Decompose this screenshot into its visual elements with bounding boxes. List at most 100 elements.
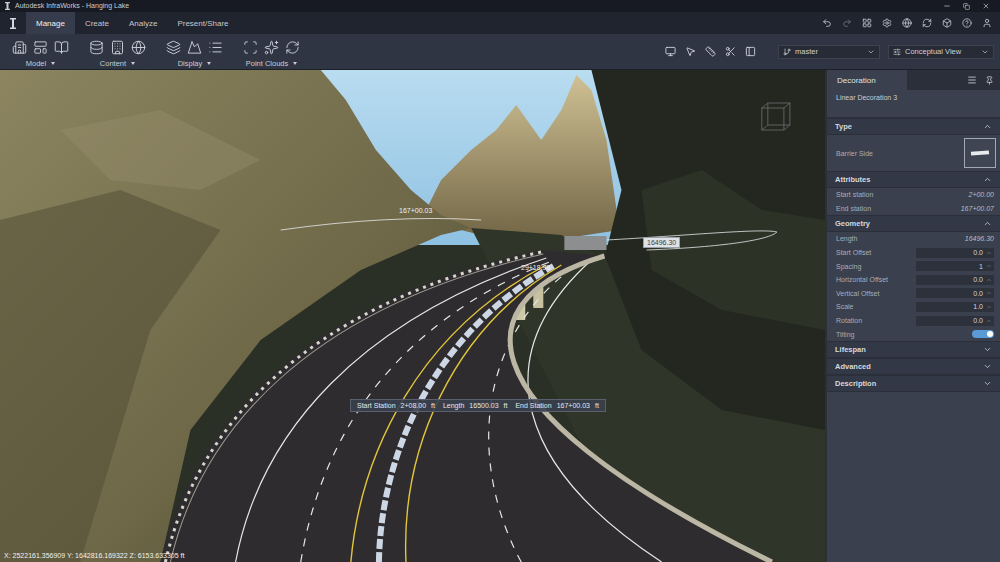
window-controls xyxy=(943,2,1000,10)
cut-icon[interactable] xyxy=(725,46,736,57)
terrain-scene[interactable] xyxy=(0,70,825,562)
number-input[interactable]: 1 xyxy=(916,261,994,271)
title-bar: Autodesk InfraWorks - Hanging Lake xyxy=(0,0,1000,12)
chevron-up-icon[interactable] xyxy=(983,175,992,184)
readonly-row: Start station2+00.00 xyxy=(827,188,1000,202)
mountain-icon[interactable] xyxy=(187,40,202,55)
restore-icon[interactable] xyxy=(963,3,970,10)
chevron-down-icon[interactable] xyxy=(983,379,992,388)
branch-dropdown[interactable]: master xyxy=(778,45,880,59)
grid-icon[interactable] xyxy=(862,18,872,28)
ribbon-tab[interactable]: Create xyxy=(75,12,119,34)
template-icon[interactable] xyxy=(33,40,48,55)
sparkles-icon[interactable] xyxy=(264,40,279,55)
pointer-icon[interactable] xyxy=(685,46,696,57)
group-label[interactable]: Display xyxy=(178,59,212,68)
type-row[interactable]: Barrier Side xyxy=(827,135,1000,171)
section-header[interactable]: Advanced xyxy=(827,358,1000,375)
input-row: Vertical Offset0.0 xyxy=(827,287,1000,301)
scan-icon[interactable] xyxy=(243,40,258,55)
tooltip-item: End Station167+00.03ft xyxy=(515,402,598,409)
globe-icon[interactable] xyxy=(902,18,912,28)
field-label: Scale xyxy=(836,303,916,310)
ribbon-group: Model xyxy=(2,34,79,69)
layers-icon[interactable] xyxy=(166,40,181,55)
chevron-down-icon[interactable] xyxy=(983,345,992,354)
panel-icon[interactable] xyxy=(745,46,756,57)
section-header[interactable]: Type xyxy=(827,118,1000,135)
field-label: End station xyxy=(836,205,961,212)
number-input[interactable]: 0.0 xyxy=(916,275,994,285)
section-header[interactable]: Description xyxy=(827,375,1000,392)
gear-icon[interactable] xyxy=(882,18,892,28)
chevron-up-icon[interactable] xyxy=(983,122,992,131)
properties-panel: DecorationLinear Decoration 3TypeBarrier… xyxy=(825,70,1000,562)
coordinates: X: 2522161.356909 Y: 1642816.169322 Z: 6… xyxy=(4,552,184,559)
book-icon[interactable] xyxy=(54,40,69,55)
menu-icon[interactable] xyxy=(967,75,977,85)
number-input[interactable]: 0.0 xyxy=(916,248,994,258)
field-value: 167+00.07 xyxy=(961,205,994,212)
caret-icon[interactable] xyxy=(207,62,211,65)
refresh-icon[interactable] xyxy=(285,40,300,55)
panel-tab[interactable]: Decoration xyxy=(827,70,907,90)
building-icon[interactable] xyxy=(110,40,125,55)
toggle-switch[interactable] xyxy=(972,330,994,338)
sync-icon[interactable] xyxy=(922,18,932,28)
globe-icon[interactable] xyxy=(131,40,146,55)
measure-icon[interactable] xyxy=(705,46,716,57)
spinner-icon[interactable] xyxy=(986,263,992,269)
cube-icon[interactable] xyxy=(942,18,952,28)
undo-icon[interactable] xyxy=(822,18,832,28)
type-thumbnail[interactable] xyxy=(964,138,996,168)
close-icon[interactable] xyxy=(982,2,990,10)
section-header[interactable]: Geometry xyxy=(827,215,1000,232)
database-icon[interactable] xyxy=(89,40,104,55)
building-icon[interactable] xyxy=(12,40,27,55)
panel-section: AttributesStart station2+00.00End statio… xyxy=(827,171,1000,215)
field-label: Start Offset xyxy=(836,249,916,256)
pin-icon[interactable] xyxy=(985,76,994,85)
chevron-down-icon[interactable] xyxy=(983,362,992,371)
user-icon[interactable] xyxy=(982,18,992,28)
caret-icon[interactable] xyxy=(293,62,297,65)
ribbon-group: Point Clouds xyxy=(233,34,310,69)
spinner-icon[interactable] xyxy=(986,250,992,256)
caret-icon[interactable] xyxy=(51,62,55,65)
caret-icon[interactable] xyxy=(131,62,135,65)
number-input[interactable]: 1.0 xyxy=(916,302,994,312)
app-menu[interactable] xyxy=(0,12,26,34)
input-row: Start Offset0.0 xyxy=(827,246,1000,260)
view-style-dropdown[interactable]: Conceptual View xyxy=(888,45,994,59)
spinner-icon[interactable] xyxy=(986,290,992,296)
barrier-icon xyxy=(971,150,989,155)
minimize-icon[interactable] xyxy=(943,2,951,10)
group-label[interactable]: Model xyxy=(26,59,55,68)
section-header[interactable]: Attributes xyxy=(827,171,1000,188)
input-row: Scale1.0 xyxy=(827,300,1000,314)
number-input[interactable]: 0.0 xyxy=(916,316,994,326)
ribbon-tab[interactable]: Manage xyxy=(26,12,75,34)
list-icon[interactable] xyxy=(208,40,223,55)
section-header[interactable]: Lifespan xyxy=(827,341,1000,358)
field-label: Vertical Offset xyxy=(836,290,916,297)
field-label: Length xyxy=(836,235,965,242)
spinner-icon[interactable] xyxy=(986,304,992,310)
ribbon-tab[interactable]: Present/Share xyxy=(167,12,238,34)
spinner-icon[interactable] xyxy=(986,277,992,283)
group-label[interactable]: Content xyxy=(100,59,135,68)
spinner-icon[interactable] xyxy=(986,318,992,324)
help-icon[interactable] xyxy=(962,18,972,28)
app-logo-icon xyxy=(4,2,11,10)
chevron-up-icon[interactable] xyxy=(983,219,992,228)
monitor-icon[interactable] xyxy=(665,46,676,57)
panel-section: TypeBarrier Side xyxy=(827,118,1000,171)
group-label[interactable]: Point Clouds xyxy=(246,59,298,68)
ribbon-tab[interactable]: Analyze xyxy=(119,12,167,34)
infraworks-logo-icon[interactable] xyxy=(9,18,17,29)
view-tools xyxy=(665,46,770,57)
readonly-row: End station167+00.07 xyxy=(827,202,1000,216)
viewport[interactable]: 167+00.0329+18.9816496.30Start Station2+… xyxy=(0,70,825,562)
number-input[interactable]: 0.0 xyxy=(916,288,994,298)
redo-icon[interactable] xyxy=(842,18,852,28)
